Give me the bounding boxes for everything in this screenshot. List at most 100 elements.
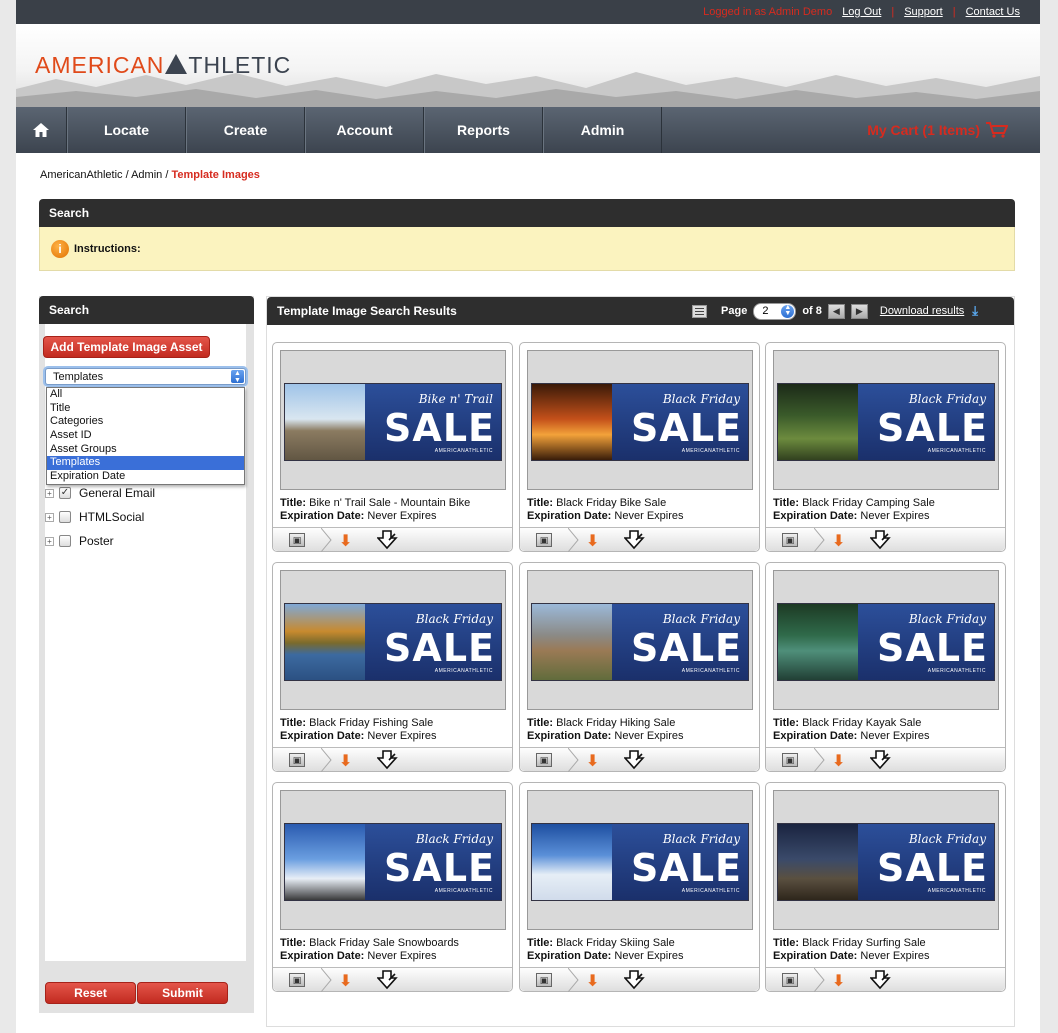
next-page-button[interactable]: ▶ xyxy=(850,303,868,319)
expand-icon[interactable]: + xyxy=(45,512,54,522)
card-thumbnail[interactable]: Black Friday SALE AMERICANATHLETIC xyxy=(773,790,999,930)
option-all[interactable]: All xyxy=(47,388,244,402)
download-arrow-icon[interactable]: ⬇ xyxy=(832,971,845,991)
title-label: Title: xyxy=(773,497,800,509)
download-arrow-icon[interactable]: ⬇ xyxy=(339,971,352,991)
checkbox[interactable]: ✓ xyxy=(59,487,71,499)
tree-item-poster[interactable]: + Poster xyxy=(45,529,155,553)
download-file-icon[interactable] xyxy=(377,970,399,990)
nav-admin[interactable]: Admin xyxy=(543,107,662,153)
preview-icon[interactable]: ▣ xyxy=(536,753,552,767)
sidebar-title: Search xyxy=(49,303,90,317)
download-file-icon[interactable] xyxy=(624,750,646,770)
preview-icon[interactable]: ▣ xyxy=(782,753,798,767)
banner-brand-text: AMERICANATHLETIC xyxy=(434,668,493,674)
download-results-link[interactable]: Download results xyxy=(880,305,964,317)
result-card[interactable]: Black Friday SALE AMERICANATHLETIC Title… xyxy=(272,782,513,992)
preview-icon[interactable]: ▣ xyxy=(536,533,552,547)
expiration-label: Expiration Date: xyxy=(773,730,858,742)
nav-reports[interactable]: Reports xyxy=(424,107,543,153)
download-file-icon[interactable] xyxy=(870,970,892,990)
option-asset-id[interactable]: Asset ID xyxy=(47,429,244,443)
breadcrumb-path[interactable]: AmericanAthletic / Admin / xyxy=(40,169,171,181)
option-asset-groups[interactable]: Asset Groups xyxy=(47,443,244,457)
card-meta: Title: Black Friday Bike Sale Expiration… xyxy=(527,497,684,523)
result-card[interactable]: Bike n' Trail SALE AMERICANATHLETIC Titl… xyxy=(272,342,513,552)
page-stepper[interactable]: 2 ▲ ▼ xyxy=(753,302,797,320)
cart-link[interactable]: My Cart (1 Items) xyxy=(867,122,1008,138)
title-label: Title: xyxy=(527,717,554,729)
tree-item-label: General Email xyxy=(79,486,156,500)
reset-button[interactable]: Reset xyxy=(45,982,136,1004)
header: AMERICAN THLETIC xyxy=(16,24,1040,107)
download-arrow-icon[interactable]: ⬇ xyxy=(586,971,599,991)
result-card[interactable]: Black Friday SALE AMERICANATHLETIC Title… xyxy=(765,562,1006,772)
download-file-icon[interactable] xyxy=(377,530,399,550)
card-thumbnail[interactable]: Black Friday SALE AMERICANATHLETIC xyxy=(773,570,999,710)
expiration-label: Expiration Date: xyxy=(280,510,365,522)
result-card[interactable]: Black Friday SALE AMERICANATHLETIC Title… xyxy=(272,562,513,772)
separator: | xyxy=(891,6,895,18)
card-thumbnail[interactable]: Black Friday SALE AMERICANATHLETIC xyxy=(527,350,753,490)
card-thumbnail[interactable]: Bike n' Trail SALE AMERICANATHLETIC xyxy=(280,350,506,490)
list-view-icon[interactable] xyxy=(692,304,708,318)
card-title: Black Friday Fishing Sale xyxy=(309,717,434,729)
preview-icon[interactable]: ▣ xyxy=(289,753,305,767)
checkbox[interactable] xyxy=(59,511,71,523)
preview-icon[interactable]: ▣ xyxy=(289,973,305,987)
result-card[interactable]: Black Friday SALE AMERICANATHLETIC Title… xyxy=(519,342,760,552)
card-actions: ▣ ⬇ xyxy=(520,967,759,992)
option-categories[interactable]: Categories xyxy=(47,415,244,429)
nav-locate[interactable]: Locate xyxy=(67,107,186,153)
download-arrow-icon[interactable]: ⬇ xyxy=(339,751,352,771)
download-icon[interactable]: ⤓ xyxy=(972,303,978,319)
search-field-select[interactable]: Templates ▲ ▼ xyxy=(45,368,246,385)
expiration-label: Expiration Date: xyxy=(280,730,365,742)
logout-link[interactable]: Log Out xyxy=(842,6,881,18)
contact-link[interactable]: Contact Us xyxy=(966,6,1020,18)
download-file-icon[interactable] xyxy=(870,530,892,550)
download-file-icon[interactable] xyxy=(377,750,399,770)
result-card[interactable]: Black Friday SALE AMERICANATHLETIC Title… xyxy=(765,342,1006,552)
cart-icon xyxy=(986,122,1008,138)
support-link[interactable]: Support xyxy=(904,6,943,18)
nav-account[interactable]: Account xyxy=(305,107,424,153)
option-expiration-date[interactable]: Expiration Date xyxy=(47,470,244,484)
download-arrow-icon[interactable]: ⬇ xyxy=(586,751,599,771)
card-thumbnail[interactable]: Black Friday SALE AMERICANATHLETIC xyxy=(527,790,753,930)
preview-icon[interactable]: ▣ xyxy=(536,973,552,987)
download-file-icon[interactable] xyxy=(870,750,892,770)
logged-in-text: Logged in as Admin Demo xyxy=(703,6,833,18)
result-card[interactable]: Black Friday SALE AMERICANATHLETIC Title… xyxy=(519,562,760,772)
submit-button[interactable]: Submit xyxy=(137,982,228,1004)
expand-icon[interactable]: + xyxy=(45,488,54,498)
option-title[interactable]: Title xyxy=(47,402,244,416)
card-thumbnail[interactable]: Black Friday SALE AMERICANATHLETIC xyxy=(280,790,506,930)
result-card[interactable]: Black Friday SALE AMERICANATHLETIC Title… xyxy=(519,782,760,992)
banner-image: Black Friday SALE AMERICANATHLETIC xyxy=(777,383,995,461)
download-file-icon[interactable] xyxy=(624,530,646,550)
home-button[interactable] xyxy=(16,107,67,153)
download-arrow-icon[interactable]: ⬇ xyxy=(832,751,845,771)
result-card[interactable]: Black Friday SALE AMERICANATHLETIC Title… xyxy=(765,782,1006,992)
card-thumbnail[interactable]: Black Friday SALE AMERICANATHLETIC xyxy=(773,350,999,490)
option-templates[interactable]: Templates xyxy=(47,456,244,471)
download-arrow-icon[interactable]: ⬇ xyxy=(339,531,352,551)
card-thumbnail[interactable]: Black Friday SALE AMERICANATHLETIC xyxy=(280,570,506,710)
prev-page-button[interactable]: ◀ xyxy=(827,303,845,319)
download-file-icon[interactable] xyxy=(624,970,646,990)
preview-icon[interactable]: ▣ xyxy=(289,533,305,547)
card-actions: ▣ ⬇ xyxy=(766,747,1005,772)
preview-icon[interactable]: ▣ xyxy=(782,533,798,547)
preview-icon[interactable]: ▣ xyxy=(782,973,798,987)
nav-create[interactable]: Create xyxy=(186,107,305,153)
download-arrow-icon[interactable]: ⬇ xyxy=(586,531,599,551)
stepper-arrows-icon[interactable]: ▲ ▼ xyxy=(781,304,795,318)
checkbox[interactable] xyxy=(59,535,71,547)
expand-icon[interactable]: + xyxy=(45,536,54,546)
download-arrow-icon[interactable]: ⬇ xyxy=(832,531,845,551)
card-thumbnail[interactable]: Black Friday SALE AMERICANATHLETIC xyxy=(527,570,753,710)
tree-item-htmlsocial[interactable]: + HTMLSocial xyxy=(45,505,155,529)
add-template-image-asset-button[interactable]: Add Template Image Asset xyxy=(43,336,210,358)
card-expiration: Never Expires xyxy=(860,730,930,742)
